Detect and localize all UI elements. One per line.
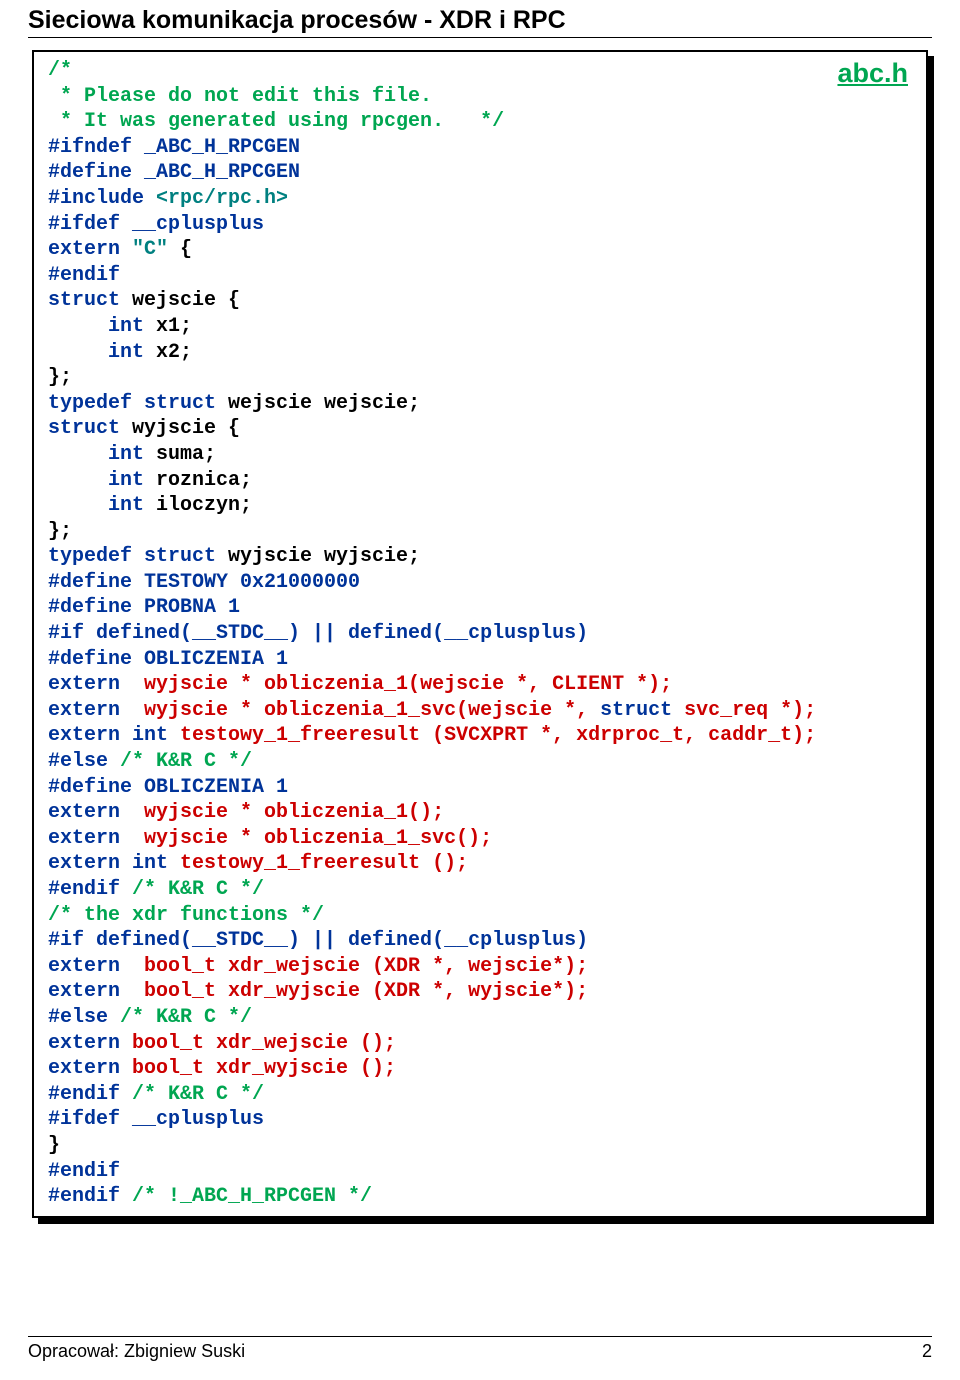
code-token: #include xyxy=(48,187,156,210)
code-line: #define OBLICZENIA 1 xyxy=(48,776,288,799)
code-token: /* K&R C */ xyxy=(132,878,264,901)
footer-author: Opracował: Zbigniew Suski xyxy=(28,1341,245,1362)
code-token: wejscie { xyxy=(120,289,240,312)
code-token: x1; xyxy=(144,315,192,338)
footer-page-number: 2 xyxy=(922,1341,932,1362)
footer-line: Opracował: Zbigniew Suski 2 xyxy=(28,1336,932,1362)
page-title: Sieciowa komunikacja procesów - XDR i RP… xyxy=(28,0,932,38)
code-token: wyjscie * obliczenia_1(); xyxy=(132,801,444,824)
code-token: #endif xyxy=(48,878,132,901)
code-token: bool_t xdr_wyjscie (XDR *, wyjscie*); xyxy=(132,980,588,1003)
code-line: #define PROBNA 1 xyxy=(48,596,240,619)
code-token: { xyxy=(168,238,192,261)
code-token: testowy_1_freeresult (); xyxy=(168,852,468,875)
code-token: suma; xyxy=(144,443,216,466)
footer: Opracował: Zbigniew Suski 2 xyxy=(28,1336,932,1362)
code-token: wyjscie wyjscie; xyxy=(216,545,420,568)
code-token: bool_t xdr_wejscie (); xyxy=(120,1032,396,1055)
code-token: int xyxy=(48,315,144,338)
code-token: wyjscie * obliczenia_1(wejscie *, CLIENT… xyxy=(132,673,672,696)
code-line: } xyxy=(48,1134,60,1157)
code-token: bool_t xdr_wyjscie (); xyxy=(120,1057,396,1080)
code-box: abc.h /* * Please do not edit this file.… xyxy=(32,50,928,1218)
code-line: #define OBLICZENIA 1 xyxy=(48,648,288,671)
code-line: #define _ABC_H_RPCGEN xyxy=(48,161,300,184)
code-token: extern xyxy=(48,238,132,261)
code-token: extern xyxy=(48,801,132,824)
page: Sieciowa komunikacja procesów - XDR i RP… xyxy=(0,0,960,1380)
code-token: #else xyxy=(48,750,120,773)
code-token: #else xyxy=(48,1006,120,1029)
code-token: /* K&R C */ xyxy=(120,750,252,773)
code-token: testowy_1_freeresult (SVCXPRT *, xdrproc… xyxy=(168,724,816,747)
code-token: extern xyxy=(48,699,132,722)
code-token: struct xyxy=(600,699,672,722)
code-token: wyjscie { xyxy=(120,417,240,440)
code-line: #define TESTOWY 0x21000000 xyxy=(48,571,360,594)
code-token: extern int xyxy=(48,852,168,875)
code-line: }; xyxy=(48,520,72,543)
code-token: extern int xyxy=(48,724,168,747)
code-token: typedef struct xyxy=(48,392,216,415)
code-line: #endif xyxy=(48,1160,120,1183)
code-line: #endif xyxy=(48,264,120,287)
code-token: typedef struct xyxy=(48,545,216,568)
code-token: extern xyxy=(48,1032,120,1055)
code-line: #ifdef __cplusplus xyxy=(48,213,264,236)
code-token: "C" xyxy=(132,238,168,261)
code-token: /* !_ABC_H_RPCGEN */ xyxy=(132,1185,372,1208)
code-token: extern xyxy=(48,827,132,850)
code-line: * It was generated using rpcgen. */ xyxy=(48,110,504,133)
code-box-inner: abc.h /* * Please do not edit this file.… xyxy=(32,50,928,1218)
code-token: x2; xyxy=(144,341,192,364)
code-token: bool_t xdr_wejscie (XDR *, wejscie*); xyxy=(132,955,588,978)
code-token: #endif xyxy=(48,1083,132,1106)
code-token: int xyxy=(48,494,144,517)
code-token: iloczyn; xyxy=(144,494,252,517)
code-token: /* K&R C */ xyxy=(120,1006,252,1029)
code-line: #if defined(__STDC__) || defined(__cplus… xyxy=(48,929,588,952)
code-token: roznica; xyxy=(144,469,252,492)
code-token: wyjscie * obliczenia_1_svc(wejscie *, xyxy=(132,699,600,722)
code-token: extern xyxy=(48,955,132,978)
code-token: extern xyxy=(48,673,132,696)
code-line: * Please do not edit this file. xyxy=(48,85,432,108)
file-name-label: abc.h xyxy=(837,58,908,89)
code-token: wyjscie * obliczenia_1_svc(); xyxy=(132,827,492,850)
code-line: /* the xdr functions */ xyxy=(48,904,324,927)
code-line: #ifdef __cplusplus xyxy=(48,1108,264,1131)
code-token: #endif xyxy=(48,1185,132,1208)
code-listing: /* * Please do not edit this file. * It … xyxy=(48,58,912,1210)
code-token: <rpc/rpc.h> xyxy=(156,187,288,210)
code-line: #if defined(__STDC__) || defined(__cplus… xyxy=(48,622,588,645)
code-token: int xyxy=(48,341,144,364)
code-token: int xyxy=(48,469,144,492)
code-token: extern xyxy=(48,1057,120,1080)
code-token: struct xyxy=(48,417,120,440)
code-line: /* xyxy=(48,59,72,82)
code-token: extern xyxy=(48,980,132,1003)
code-token: int xyxy=(48,443,144,466)
code-line: #ifndef _ABC_H_RPCGEN xyxy=(48,136,300,159)
code-token: struct xyxy=(48,289,120,312)
code-token: svc_req *); xyxy=(672,699,816,722)
code-line: }; xyxy=(48,366,72,389)
code-token: wejscie wejscie; xyxy=(216,392,420,415)
code-token: /* K&R C */ xyxy=(132,1083,264,1106)
